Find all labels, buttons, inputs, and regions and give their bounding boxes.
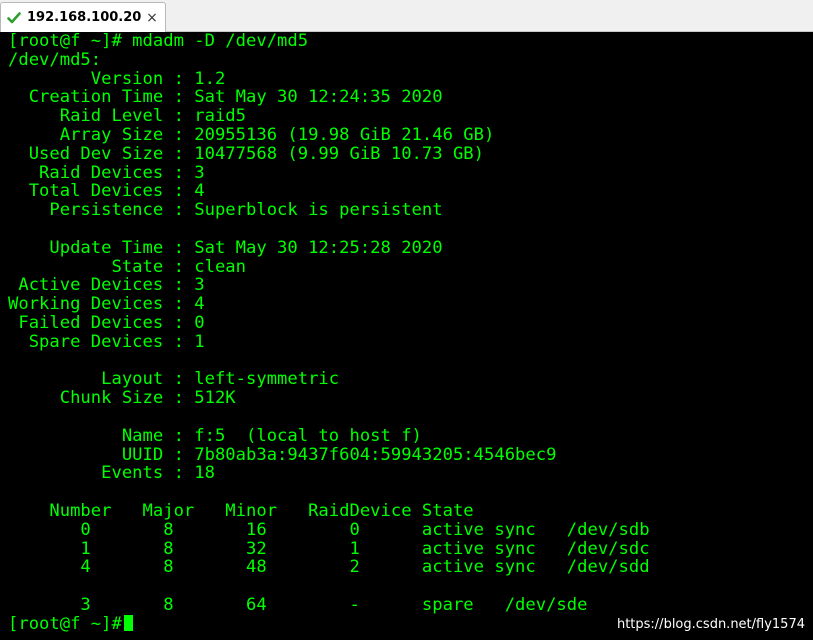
session-tab[interactable]: 192.168.100.20 × [0,2,166,32]
terminal-line: Raid Devices : 3 [8,162,205,183]
terminal-line: Working Devices : 4 [8,294,205,315]
terminal-line: Total Devices : 4 [8,181,205,202]
terminal-line: Spare Devices : 1 [8,331,205,352]
terminal-line: Used Dev Size : 10477568 (9.99 GiB 10.73… [8,143,484,164]
terminal-line: Version : 1.2 [8,68,226,89]
terminal-line: 4 8 48 2 active sync /dev/sdd [8,557,650,578]
terminal-line: Name : f:5 (local to host f) [8,425,422,446]
terminal-line: State : clean [8,256,246,277]
terminal-line: Active Devices : 3 [8,275,205,296]
terminal-line: [root@f ~]# mdadm -D /dev/md5 [8,32,309,51]
terminal-line: Update Time : Sat May 30 12:25:28 2020 [8,237,443,258]
checkmark-icon [7,11,21,25]
terminal-line: Array Size : 20955136 (19.98 GiB 21.46 G… [8,124,495,145]
terminal-line: Chunk Size : 512K [8,388,236,409]
terminal-line: UUID : 7b80ab3a:9437f604:59943205:4546be… [8,444,557,465]
terminal-line: /dev/md5: [8,49,102,70]
terminal-line: Failed Devices : 0 [8,312,205,333]
terminal-line: 1 8 32 1 active sync /dev/sdc [8,538,650,559]
terminal-line: Events : 18 [8,463,215,484]
terminal-line: 0 8 16 0 active sync /dev/sdb [8,519,650,540]
terminal-line: Raid Level : raid5 [8,106,246,127]
terminal-line: Layout : left-symmetric [8,369,340,390]
terminal-line: Creation Time : Sat May 30 12:24:35 2020 [8,87,443,108]
tab-title: 192.168.100.20 [27,10,142,25]
terminal-line: Number Major Minor RaidDevice State [8,500,474,521]
terminal-line: 3 8 64 - spare /dev/sde [8,594,588,615]
cursor [123,614,133,631]
tab-bar: 192.168.100.20 × [0,0,813,32]
terminal-output[interactable]: [root@f ~]# mdadm -D /dev/md5/dev/md5: V… [0,32,813,640]
close-icon[interactable]: × [145,10,159,26]
watermark: https://blog.csdn.net/fly1574 [616,617,805,632]
terminal-line: Persistence : Superblock is persistent [8,200,443,221]
